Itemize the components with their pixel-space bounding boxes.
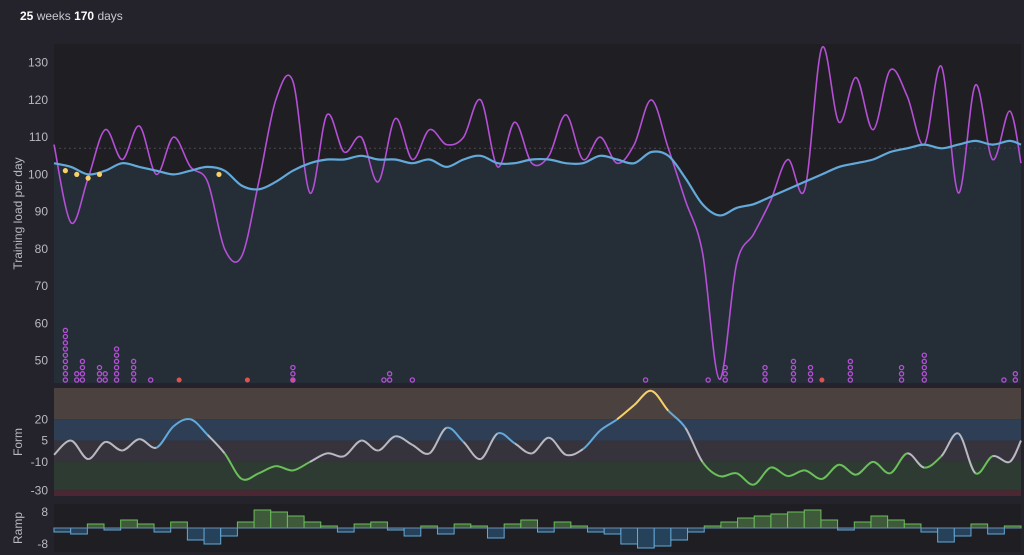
activity-marker-red xyxy=(819,377,825,383)
ramp-bar xyxy=(653,527,672,547)
ramp-bar xyxy=(370,521,388,529)
fitness-area xyxy=(54,140,1021,383)
ramp-bar xyxy=(787,511,805,529)
ramp-bar xyxy=(953,527,972,537)
main-panel: 50 60 70 80 90 100 110 120 130 Training load per … xyxy=(11,44,1022,383)
ramp-bar xyxy=(436,527,455,535)
ramp-bar xyxy=(203,527,222,545)
ramp-bar xyxy=(503,523,522,529)
ramp-bar xyxy=(887,519,905,529)
y-tick-label: 120 xyxy=(28,93,48,107)
activity-marker-red xyxy=(176,377,182,383)
form-zone-optimal xyxy=(54,461,1021,491)
ramp-bar xyxy=(720,521,739,529)
form-y-tick-label: 5 xyxy=(41,434,48,448)
ramp-bar xyxy=(620,527,639,545)
y-tick-label: 60 xyxy=(35,316,49,330)
ramp-bar xyxy=(270,511,288,529)
ramp-bar xyxy=(136,523,155,529)
y-tick-label: 70 xyxy=(35,279,49,293)
ramp-bar xyxy=(970,523,989,529)
ramp-bar xyxy=(303,521,322,529)
form-y-tick-label: -30 xyxy=(31,483,49,497)
highlight-dot xyxy=(62,168,68,174)
form-zone-transition xyxy=(54,388,1021,420)
ramp-bar xyxy=(236,521,255,529)
ramp-bar xyxy=(853,521,872,529)
form-y-tick-label: -10 xyxy=(31,455,49,469)
ramp-bar xyxy=(870,515,889,529)
highlight-dot xyxy=(74,171,80,177)
ramp-bar xyxy=(153,527,172,533)
ramp-y-tick-label: -8 xyxy=(37,537,48,551)
ramp-bar xyxy=(403,527,422,537)
ramp-bar xyxy=(637,527,655,549)
ramp-bar xyxy=(903,523,922,529)
ramp-bar xyxy=(86,523,105,529)
ramp-bar xyxy=(937,527,955,543)
ramp-bar xyxy=(353,523,372,529)
ramp-bar xyxy=(803,509,822,529)
ramp-bar xyxy=(53,527,72,533)
ramp-bar xyxy=(520,519,538,529)
training-chart: 50 60 70 80 90 100 110 120 130 Training load per … xyxy=(11,44,1022,552)
y-tick-label: 80 xyxy=(35,242,49,256)
ramp-bar xyxy=(186,527,205,541)
highlight-dot xyxy=(85,175,91,181)
y-tick-label: 130 xyxy=(28,56,48,70)
form-zone-grey xyxy=(54,440,1021,462)
ramp-bar xyxy=(920,527,939,533)
ramp-bar xyxy=(170,521,188,529)
ramp-bar xyxy=(603,527,622,535)
y-axis-title: Training load per day xyxy=(11,157,25,269)
ramp-bar xyxy=(753,515,772,529)
ramp-bar xyxy=(336,527,355,533)
y-tick-label: 90 xyxy=(35,205,49,219)
ramp-bar xyxy=(687,527,705,533)
ramp-bar xyxy=(120,519,138,529)
form-zone-fresh xyxy=(54,419,1021,441)
form-panel: 20 5 -10 -30 Form xyxy=(11,388,1022,497)
ramp-bar xyxy=(987,527,1005,535)
form-zone-high_risk xyxy=(54,490,1021,496)
highlight-dot xyxy=(96,171,103,177)
ramp-bar xyxy=(770,513,789,529)
form-y-tick-label: 20 xyxy=(35,412,49,426)
ramp-bar xyxy=(220,527,238,537)
y-tick-label: 50 xyxy=(35,354,49,368)
ramp-bar xyxy=(486,527,505,539)
ramp-bar xyxy=(286,515,305,529)
ramp-panel: 8 -8 Ramp xyxy=(11,504,1022,552)
ramp-bar xyxy=(70,527,88,535)
ramp-bar xyxy=(670,527,689,541)
highlight-dot xyxy=(216,171,222,177)
y-tick-label: 110 xyxy=(29,130,48,144)
ramp-y-tick-label: 8 xyxy=(41,505,48,519)
form-axis-title: Form xyxy=(11,428,25,456)
ramp-bar xyxy=(253,509,272,529)
ramp-bar xyxy=(737,517,755,529)
ramp-bar xyxy=(820,519,839,529)
activity-marker-red xyxy=(244,377,250,383)
ramp-axis-title: Ramp xyxy=(11,512,25,544)
ramp-bar xyxy=(453,523,472,529)
ramp-bar xyxy=(587,527,605,533)
ramp-bar xyxy=(553,521,572,529)
ramp-bar xyxy=(537,527,555,533)
y-tick-label: 100 xyxy=(28,167,48,181)
